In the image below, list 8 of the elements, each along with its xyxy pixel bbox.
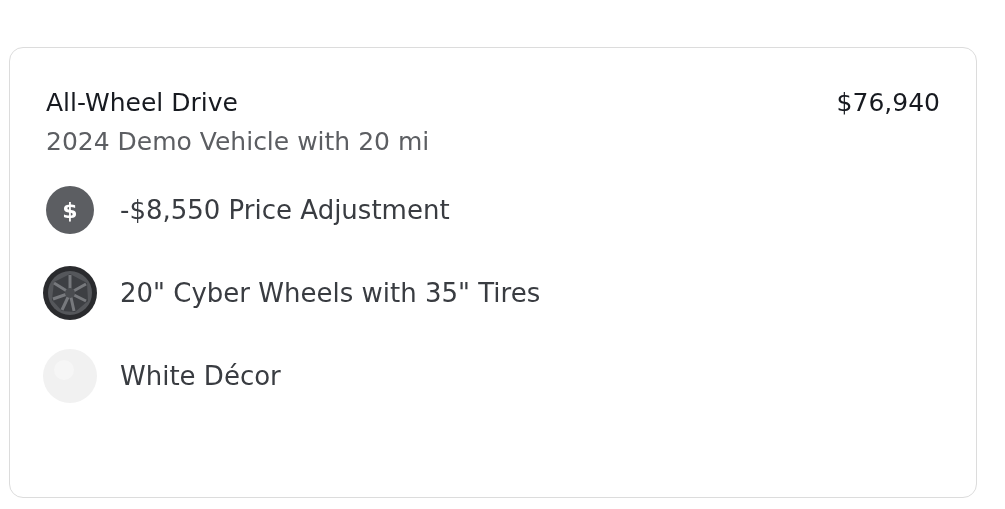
price: $76,940 — [836, 88, 940, 117]
wheel-icon — [42, 265, 98, 321]
vehicle-subtitle: 2024 Demo Vehicle with 20 mi — [46, 127, 431, 156]
trim-title: All-Wheel Drive — [46, 88, 238, 117]
feature-label: 20" Cyber Wheels with 35" Tires — [120, 278, 541, 308]
feature-label: White Décor — [120, 361, 281, 391]
dollar-icon: $ — [46, 186, 94, 234]
feature-label: -$8,550 Price Adjustment — [120, 195, 450, 225]
